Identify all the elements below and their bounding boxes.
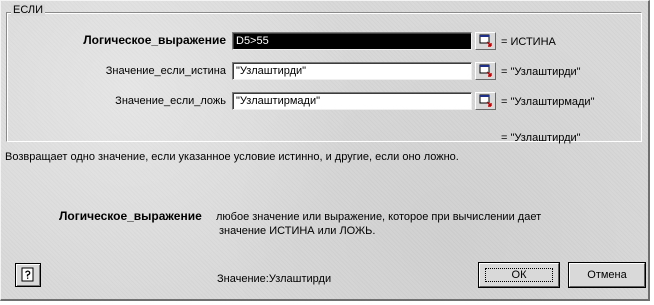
arg-label-value-if-true: Значение_если_истина — [105, 65, 226, 77]
collapse-dialog-button-value-if-false[interactable] — [475, 92, 496, 110]
help-icon — [21, 267, 34, 282]
argument-help-text-line2: значение ИСТИНА или ЛОЖЬ. — [219, 225, 376, 237]
function-arguments-dialog: ЕСЛИ Логическое_выражение = ИСТИНА Значе… — [0, 0, 650, 301]
function-description: Возвращает одно значение, если указанное… — [5, 151, 459, 163]
ok-button[interactable]: ОК — [479, 263, 559, 287]
current-value-label: Значение:Узлаштирди — [217, 273, 332, 285]
argument-help-text-line1: любое значение или выражение, которое пр… — [216, 211, 542, 223]
collapse-dialog-button-value-if-true[interactable] — [475, 62, 496, 80]
value-if-true-input[interactable] — [232, 62, 472, 80]
arg-result-value-if-false: = "Узлаштирмади" — [501, 96, 595, 108]
arg-result-logical-test: = ИСТИНА — [501, 36, 556, 48]
collapse-dialog-button-logical-test[interactable] — [475, 32, 496, 50]
function-name-title: ЕСЛИ — [11, 4, 46, 16]
cancel-button[interactable]: Отмена — [569, 263, 645, 287]
range-select-icon — [479, 64, 492, 77]
help-button[interactable] — [15, 263, 41, 287]
arg-result-value-if-true: = "Узлаштирди" — [501, 66, 581, 78]
arg-label-logical-test: Логическое_выражение — [83, 33, 226, 47]
range-select-icon — [479, 34, 492, 47]
logical-test-input[interactable] — [232, 32, 472, 50]
argument-help-name: Логическое_выражение — [59, 209, 202, 223]
value-if-false-input[interactable] — [232, 92, 472, 110]
formula-result: = "Узлаштирди" — [501, 132, 581, 144]
range-select-icon — [479, 94, 492, 107]
arg-label-value-if-false: Значение_если_ложь — [115, 95, 226, 107]
